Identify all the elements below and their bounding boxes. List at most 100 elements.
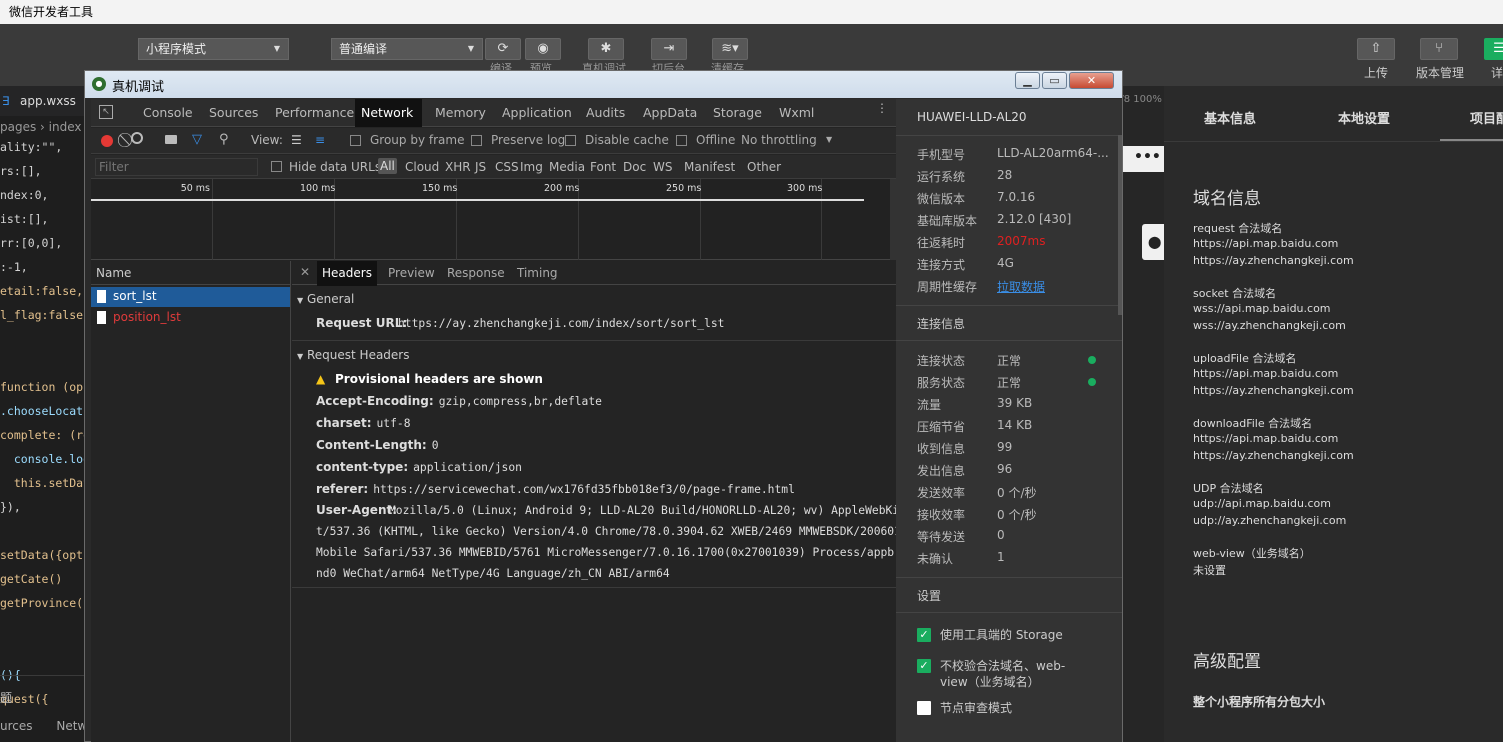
tab-storage[interactable]: Storage [707,99,768,127]
domain-group-label: downloadFile 合法域名 [1193,417,1313,430]
block-icon[interactable] [131,132,143,144]
disable-cache-checkbox[interactable] [565,135,576,146]
close-icon: ✕ [1086,74,1097,87]
simulator-strip: 7/8 100% ••• ⬤ [1122,86,1164,742]
detail-tab-response[interactable]: Response [447,266,505,280]
version-button[interactable]: ⑂ [1420,38,1458,60]
tab-basic-info[interactable]: 基本信息 [1204,108,1256,127]
domain-group-label: UDP 合法域名 [1193,482,1264,495]
type-filter-doc[interactable]: Doc [623,160,646,174]
detail-tab-headers[interactable]: Headers [317,261,377,286]
minimize-button[interactable]: ▁ [1015,72,1040,89]
device-info-key: 运行系统 [917,170,966,184]
tab-local-settings[interactable]: 本地设置 [1338,108,1390,127]
list-view-icon[interactable]: ☰ [291,133,302,147]
file-icon [97,290,106,303]
header-value: application/json [413,461,522,474]
node-inspect-checkbox[interactable] [917,701,931,715]
location-icon[interactable]: ⬤ [1142,224,1164,260]
compile-select[interactable]: 普通编译 ▼ [331,38,483,60]
type-filter-all[interactable]: All [378,158,397,174]
tab-memory[interactable]: Memory [429,99,492,127]
type-filter-xhr[interactable]: XHR [445,160,471,174]
triangle-down-icon: ▼ [297,352,304,361]
remote-debug-button[interactable]: ✱ [588,38,624,60]
general-section-toggle[interactable]: ▼ General [297,292,354,306]
tab-application[interactable]: Application [496,99,578,127]
type-filter-js[interactable]: JS [475,160,486,174]
detail-label: 详 [1491,66,1503,80]
offline-checkbox[interactable] [676,135,687,146]
filter-icon[interactable]: ▽ [192,132,202,147]
name-column-header[interactable]: Name [91,261,291,285]
search-icon[interactable]: ⚲ [219,132,229,147]
waterfall-view-icon[interactable]: ≡ [315,133,325,147]
upload-button[interactable]: ⇧ [1357,38,1395,60]
type-filter-img[interactable]: Img [520,160,543,174]
detail-tab-preview[interactable]: Preview [388,266,435,280]
file-icon [97,311,106,324]
tab-console[interactable]: Console [137,99,199,127]
type-filter-font[interactable]: Font [590,160,616,174]
tab-project-config[interactable]: 项目配 [1470,108,1503,127]
type-filter-ws[interactable]: WS [653,160,672,174]
header-row: Content-Length: 0 [316,438,439,452]
request-row[interactable]: sort_lst [91,287,290,307]
type-filter-cloud[interactable]: Cloud [405,160,439,174]
request-headers-toggle[interactable]: ▼ Request Headers [297,348,410,362]
tab-performance[interactable]: Performance [269,99,360,127]
general-section-title: General [306,292,355,306]
close-button[interactable]: ✕ [1069,72,1114,89]
device-info-value[interactable]: 拉取数据 [997,278,1045,295]
maximize-button[interactable]: ▭ [1042,72,1067,89]
editor-file-tab[interactable]: app.wxss [20,94,76,108]
tab-network[interactable]: Network [355,99,422,127]
chevron-down-icon[interactable]: ▼ [826,135,832,144]
clear-cache-button[interactable]: ≋▾ [712,38,748,60]
code-editor[interactable]: ∃ app.wxss pages › index ality:"", rs:[],… [0,86,84,742]
bottom-tab-network[interactable]: Netwo [56,719,84,733]
close-detail-icon[interactable]: ✕ [300,265,310,279]
bottom-tab-sources[interactable]: urces [0,719,33,733]
type-filter-other[interactable]: Other [747,160,781,174]
hide-data-urls-checkbox[interactable] [271,161,282,172]
remote-debug-window: ● 真机调试 ▁ ▭ ✕ ↖ Console Sources Performan… [84,70,1123,742]
type-filter-media[interactable]: Media [549,160,585,174]
type-filter-manifest[interactable]: Manifest [684,160,735,174]
detail-button[interactable]: ☰ [1484,38,1503,60]
type-filter-css[interactable]: CSS [495,160,519,174]
header-key: Content-Length: [316,438,427,452]
header-value: utf-8 [376,417,411,430]
throttling-select[interactable]: No throttling [741,133,817,147]
storage-checkbox[interactable]: ✓ [917,628,931,642]
detail-tab-timing[interactable]: Timing [517,266,558,280]
sim-status: 7/8 100% [1122,94,1162,105]
tab-sources[interactable]: Sources [203,99,264,127]
camera-icon[interactable] [165,135,177,144]
background-button[interactable]: ⇥ [651,38,687,60]
more-icon[interactable]: ••• [1122,146,1164,172]
info-scrollbar[interactable] [1118,135,1122,315]
preview-button[interactable]: ◉ [525,38,561,60]
group-by-frame-checkbox[interactable] [350,135,361,146]
request-row[interactable]: position_lst [91,308,290,328]
domain-group-label: uploadFile 合法域名 [1193,352,1297,365]
compile-button[interactable]: ⟳ [485,38,521,60]
filter-input[interactable] [95,158,258,176]
record-icon[interactable] [101,135,113,147]
inspect-element-icon[interactable]: ↖ [99,105,113,119]
domain-item: wss://ay.zhenchangkeji.com [1193,319,1346,332]
mode-select[interactable]: 小程序模式 ▼ [138,38,289,60]
detail-tab-bar: ✕ Headers Preview Response Timing [292,261,896,286]
skip-domain-check-checkbox[interactable]: ✓ [917,659,931,673]
connection-info-key: 接收效率 [917,508,966,522]
more-vertical-icon[interactable]: ⋮ [876,102,888,114]
tab-audits[interactable]: Audits [580,99,631,127]
preserve-log-checkbox[interactable] [471,135,482,146]
tab-wxml[interactable]: Wxml [773,99,820,127]
code-line: ndex:0, [0,188,49,202]
tab-appdata[interactable]: AppData [637,99,703,127]
domain-group-label: request 合法域名 [1193,222,1283,235]
connection-info-value: 正常 [997,354,1022,368]
device-info-key: 基础库版本 [917,214,978,228]
